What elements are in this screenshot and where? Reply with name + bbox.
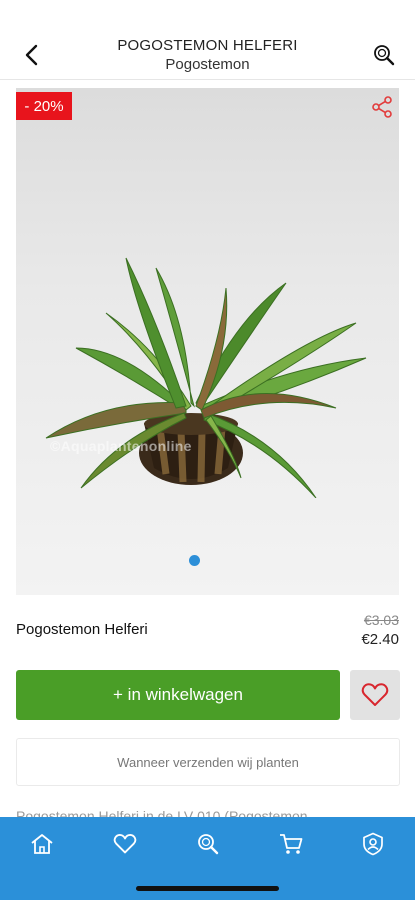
nav-favorites[interactable] <box>110 831 140 857</box>
back-button[interactable] <box>18 40 46 70</box>
page-title: POGOSTEMON HELFERI <box>117 37 298 54</box>
carousel-dot-active[interactable] <box>189 555 200 566</box>
product-photo <box>45 257 367 498</box>
chevron-left-icon <box>25 44 38 66</box>
account-icon <box>363 832 383 856</box>
shipping-info-button[interactable]: Wanneer verzenden wij planten <box>16 738 400 786</box>
product-name: Pogostemon Helferi <box>16 621 148 638</box>
product-image-carousel[interactable]: - 20% ©Aquaplantenonline <box>16 88 399 595</box>
nav-home[interactable] <box>27 831 57 857</box>
price-discounted: €2.40 <box>361 631 399 648</box>
cart-icon <box>280 834 303 854</box>
search-icon <box>198 834 219 855</box>
header-title-block: POGOSTEMON HELFERI Pogostemon <box>60 36 355 74</box>
page-subtitle: Pogostemon <box>165 56 250 73</box>
header-search-button[interactable] <box>369 40 399 70</box>
heart-icon <box>361 683 389 706</box>
share-icon <box>372 96 392 118</box>
share-button[interactable] <box>369 94 395 120</box>
nav-account[interactable] <box>358 831 388 857</box>
discount-badge: - 20% <box>16 92 72 120</box>
home-icon <box>31 834 53 854</box>
search-icon <box>374 45 395 66</box>
price-original: €3.03 <box>363 612 399 628</box>
favorite-button[interactable] <box>350 670 400 720</box>
nav-cart[interactable] <box>276 831 306 857</box>
image-watermark: ©Aquaplantenonline <box>50 438 192 454</box>
heart-icon <box>113 834 137 854</box>
app-header: POGOSTEMON HELFERI Pogostemon <box>0 0 415 80</box>
nav-search[interactable] <box>193 831 223 857</box>
home-indicator <box>136 886 279 891</box>
add-to-cart-button[interactable]: + in winkelwagen <box>16 670 340 720</box>
